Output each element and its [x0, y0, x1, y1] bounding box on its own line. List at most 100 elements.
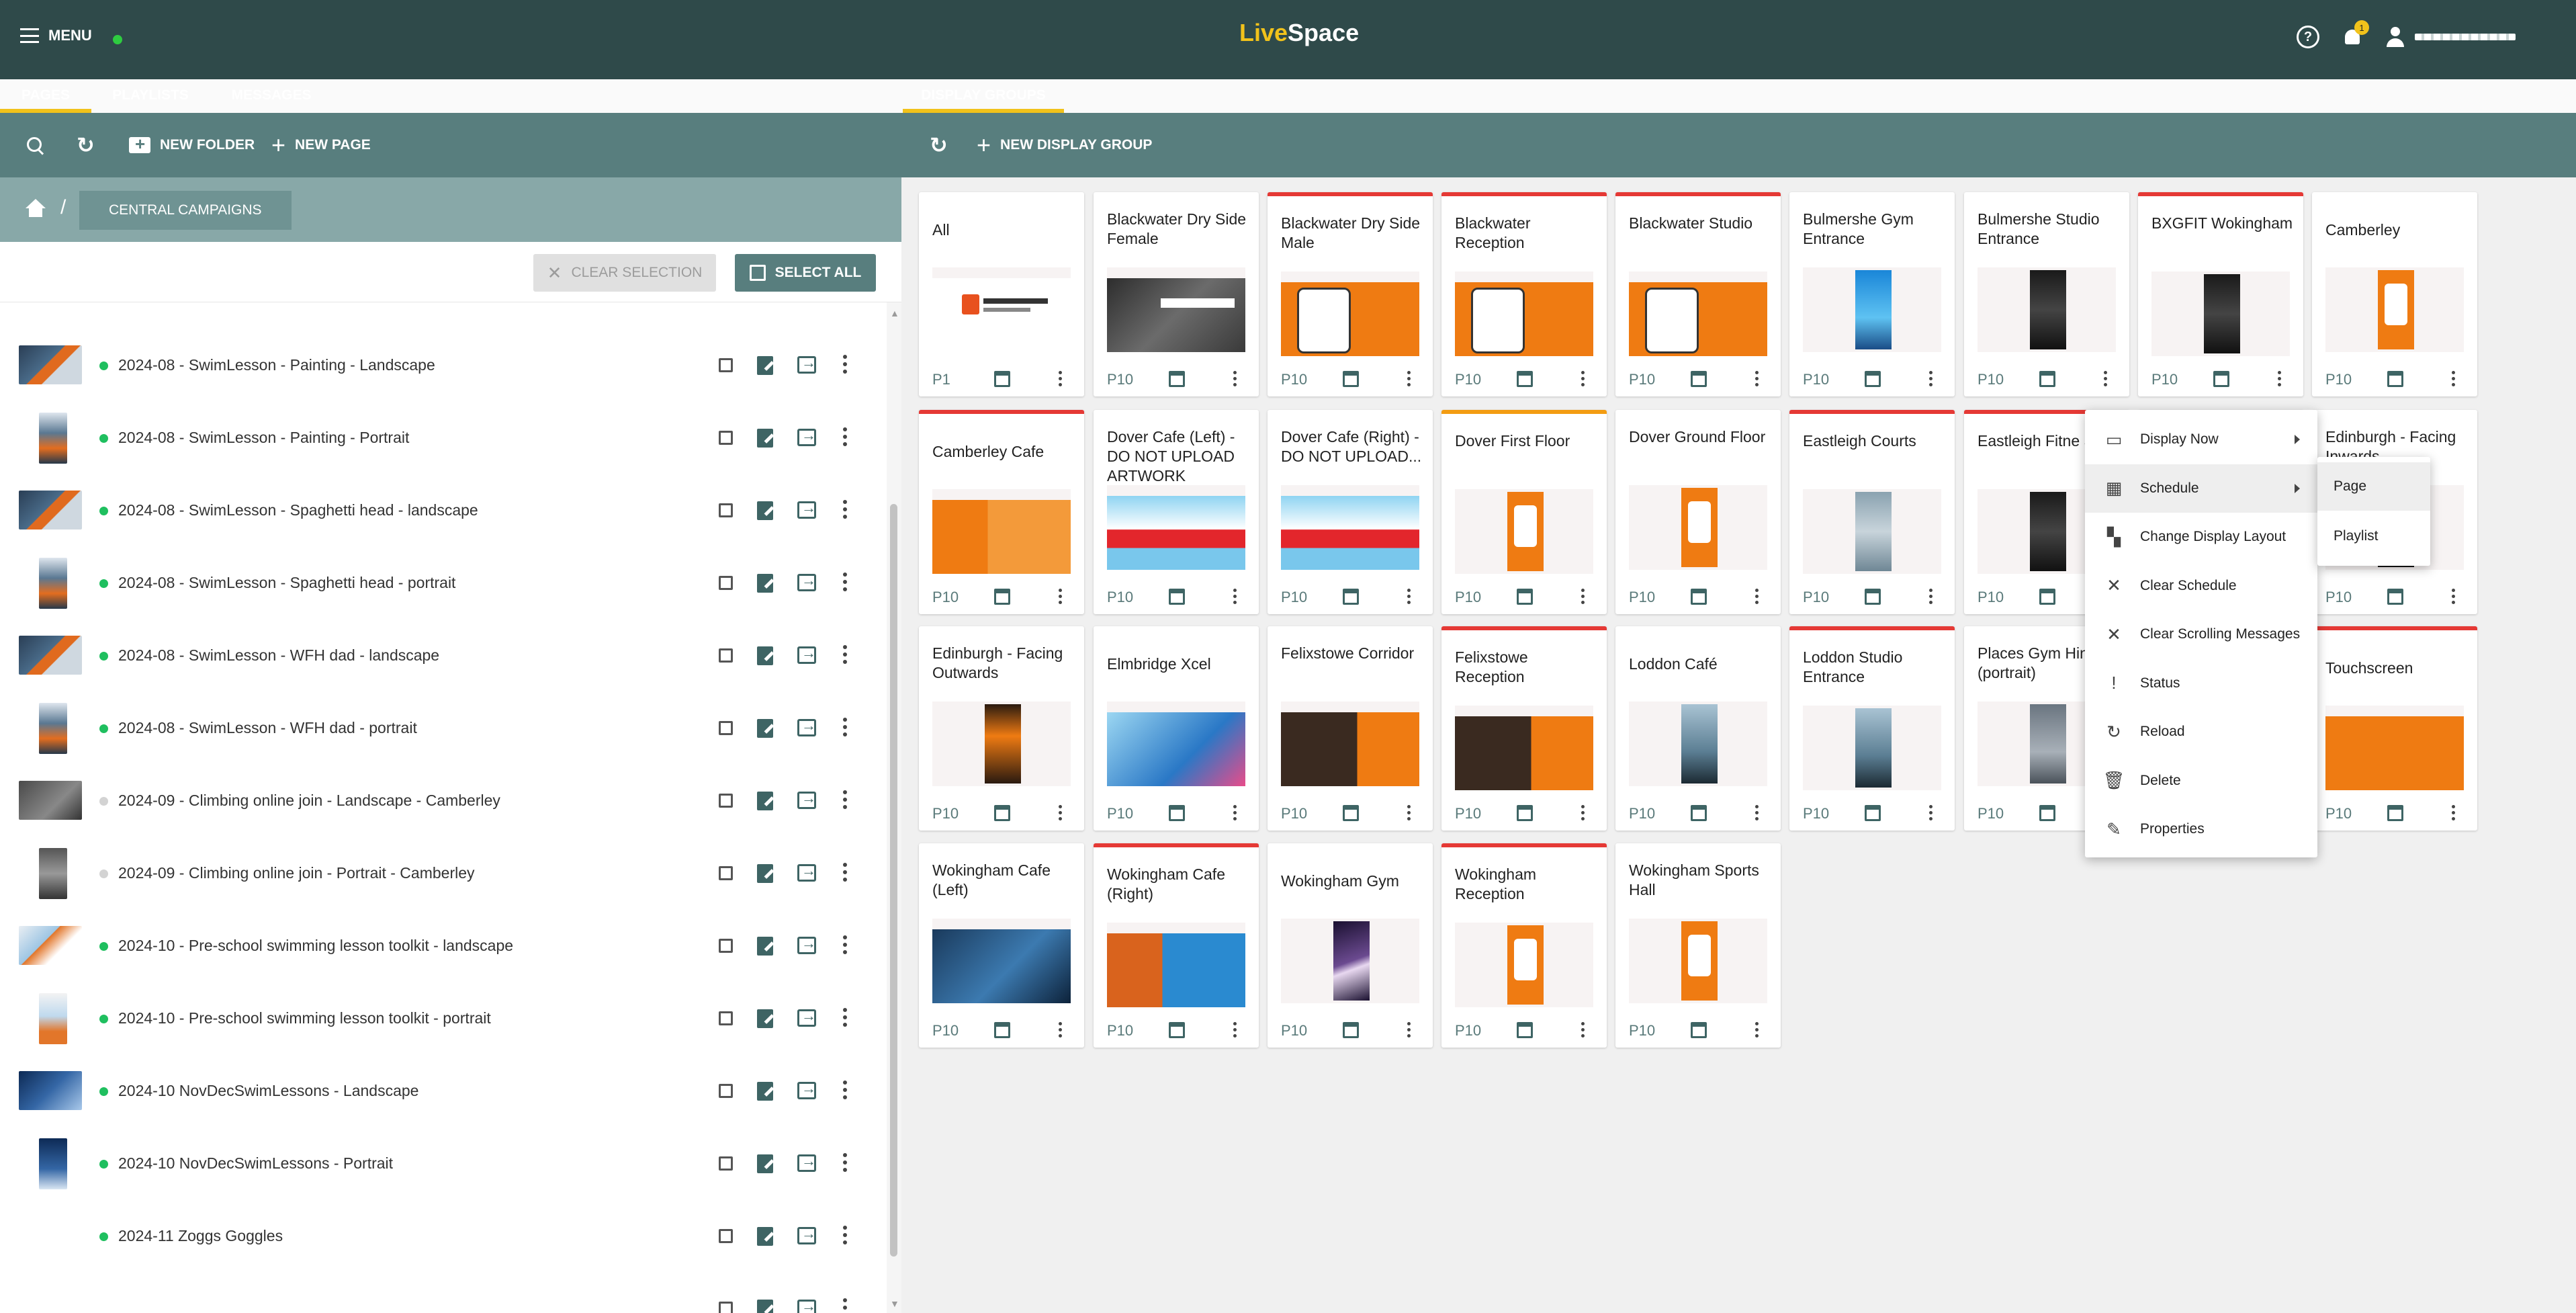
context-menu-item[interactable]: ✕ Clear Scrolling Messages [2085, 610, 2317, 659]
more-options-icon[interactable] [842, 427, 848, 446]
calendar-icon[interactable] [2039, 805, 2055, 821]
more-options-icon[interactable] [842, 500, 848, 519]
more-options-icon[interactable] [2102, 371, 2108, 386]
more-options-icon[interactable] [842, 1008, 848, 1027]
search-button[interactable] [26, 113, 44, 177]
send-to-display-icon[interactable] [797, 862, 816, 882]
calendar-icon[interactable] [2387, 589, 2403, 605]
page-list-row[interactable] [0, 1273, 887, 1313]
calendar-icon[interactable] [1691, 371, 1707, 387]
more-options-icon[interactable] [1057, 805, 1063, 820]
page-select-checkbox[interactable] [719, 794, 733, 808]
more-options-icon[interactable] [1928, 371, 1933, 386]
page-list-row[interactable]: 2024-08 - Sporting starts - portrait [0, 302, 887, 329]
display-group-card[interactable]: Dover Cafe (Left) - DO NOT UPLOAD ARTWOR… [1094, 410, 1259, 614]
notification-bell-icon[interactable]: 1 [2341, 20, 2369, 48]
more-options-icon[interactable] [1406, 1022, 1411, 1037]
calendar-icon[interactable] [1517, 1022, 1533, 1038]
send-to-display-icon[interactable] [797, 644, 816, 664]
calendar-icon[interactable] [1517, 371, 1533, 387]
edit-page-icon[interactable] [757, 429, 773, 448]
more-options-icon[interactable] [1057, 371, 1063, 386]
calendar-icon[interactable] [1169, 589, 1185, 605]
more-options-icon[interactable] [842, 645, 848, 664]
new-display-group-button[interactable]: + NEW DISPLAY GROUP [977, 113, 1152, 177]
edit-page-icon[interactable] [757, 937, 773, 956]
more-options-icon[interactable] [842, 863, 848, 882]
page-select-checkbox[interactable] [719, 1011, 733, 1025]
calendar-icon[interactable] [2039, 371, 2055, 387]
display-group-card[interactable]: Felixstowe Corridor P10 [1268, 626, 1433, 831]
calendar-icon[interactable] [1691, 805, 1707, 821]
more-options-icon[interactable] [1232, 589, 1237, 604]
more-options-icon[interactable] [1754, 589, 1759, 604]
display-group-card[interactable]: Eastleigh Courts P10 [1789, 410, 1955, 614]
scrollbar-thumb[interactable] [890, 504, 897, 1257]
more-options-icon[interactable] [1928, 589, 1933, 604]
more-options-icon[interactable] [2276, 371, 2282, 386]
new-page-button[interactable]: + NEW PAGE [271, 113, 371, 177]
calendar-icon[interactable] [1169, 1022, 1185, 1038]
calendar-icon[interactable] [1691, 589, 1707, 605]
send-to-display-icon[interactable] [797, 499, 816, 519]
calendar-icon[interactable] [1169, 371, 1185, 387]
send-to-display-icon[interactable] [797, 354, 816, 374]
calendar-icon[interactable] [2039, 589, 2055, 605]
page-list-row[interactable]: 2024-10 - Pre-school swimming lesson too… [0, 910, 887, 982]
send-to-display-icon[interactable] [797, 1007, 816, 1027]
edit-page-icon[interactable] [757, 1154, 773, 1173]
more-options-icon[interactable] [842, 790, 848, 809]
page-list-row[interactable]: 2024-08 - SwimLesson - Painting - Landsc… [0, 329, 887, 402]
more-options-icon[interactable] [842, 935, 848, 954]
tab-messages[interactable]: MESSAGES [220, 79, 322, 113]
context-menu-item[interactable]: ↻ Reload [2085, 708, 2317, 756]
schedule-submenu-item[interactable]: Page [2317, 462, 2430, 511]
more-options-icon[interactable] [1232, 805, 1237, 820]
edit-page-icon[interactable] [757, 1300, 773, 1313]
page-select-checkbox[interactable] [719, 1302, 733, 1313]
display-group-card[interactable]: Blackwater Reception P10 [1441, 192, 1607, 396]
display-group-card[interactable]: BXGFIT Wokingham P10 [2138, 192, 2303, 396]
send-to-display-icon[interactable] [797, 1225, 816, 1244]
calendar-icon[interactable] [1343, 1022, 1359, 1038]
edit-page-icon[interactable] [757, 356, 773, 375]
display-group-card[interactable]: Dover Cafe (Right) - DO NOT UPLOAD... P10 [1268, 410, 1433, 614]
menu-button[interactable]: MENU [20, 27, 92, 44]
context-menu-item[interactable]: ✎ Properties [2085, 805, 2317, 853]
display-group-card[interactable]: Loddon Café P10 [1615, 626, 1781, 831]
calendar-icon[interactable] [1865, 371, 1881, 387]
display-group-card[interactable]: Bulmershe Gym Entrance P10 [1789, 192, 1955, 396]
page-list-row[interactable]: 2024-08 - SwimLesson - WFH dad - portrai… [0, 692, 887, 765]
display-group-card[interactable]: Camberley P10 [2312, 192, 2477, 396]
clear-selection-button[interactable]: ✕ CLEAR SELECTION [533, 254, 716, 292]
more-options-icon[interactable] [1754, 805, 1759, 820]
more-options-icon[interactable] [1232, 371, 1237, 386]
display-group-card[interactable]: Wokingham Reception P10 [1441, 843, 1607, 1048]
calendar-icon[interactable] [994, 1022, 1010, 1038]
scroll-up-arrow-icon[interactable]: ▲ [890, 308, 899, 319]
calendar-icon[interactable] [1517, 805, 1533, 821]
send-to-display-icon[interactable] [797, 1298, 816, 1313]
more-options-icon[interactable] [1057, 589, 1063, 604]
display-group-card[interactable]: Edinburgh - Facing Outwards P10 [919, 626, 1084, 831]
new-folder-button[interactable]: NEW FOLDER [129, 113, 255, 177]
display-group-card[interactable]: Wokingham Sports Hall P10 [1615, 843, 1781, 1048]
page-select-checkbox[interactable] [719, 1084, 733, 1098]
edit-page-icon[interactable] [757, 719, 773, 738]
display-group-card[interactable]: Blackwater Dry Side Male P10 [1268, 192, 1433, 396]
send-to-display-icon[interactable] [797, 717, 816, 736]
page-list-row[interactable]: 2024-08 - SwimLesson - WFH dad - landsca… [0, 620, 887, 692]
calendar-icon[interactable] [1517, 589, 1533, 605]
more-options-icon[interactable] [1406, 589, 1411, 604]
edit-page-icon[interactable] [757, 792, 773, 810]
calendar-icon[interactable] [1343, 371, 1359, 387]
page-select-checkbox[interactable] [719, 939, 733, 953]
display-group-card[interactable]: Dover Ground Floor P10 [1615, 410, 1781, 614]
page-list-scrollbar[interactable]: ▲ ▼ [887, 302, 901, 1313]
calendar-icon[interactable] [994, 371, 1010, 387]
more-options-icon[interactable] [1406, 371, 1411, 386]
page-select-checkbox[interactable] [719, 866, 733, 880]
display-group-card[interactable]: Blackwater Dry Side Female P10 [1094, 192, 1259, 396]
send-to-display-icon[interactable] [797, 427, 816, 446]
select-all-button[interactable]: SELECT ALL [735, 254, 876, 292]
